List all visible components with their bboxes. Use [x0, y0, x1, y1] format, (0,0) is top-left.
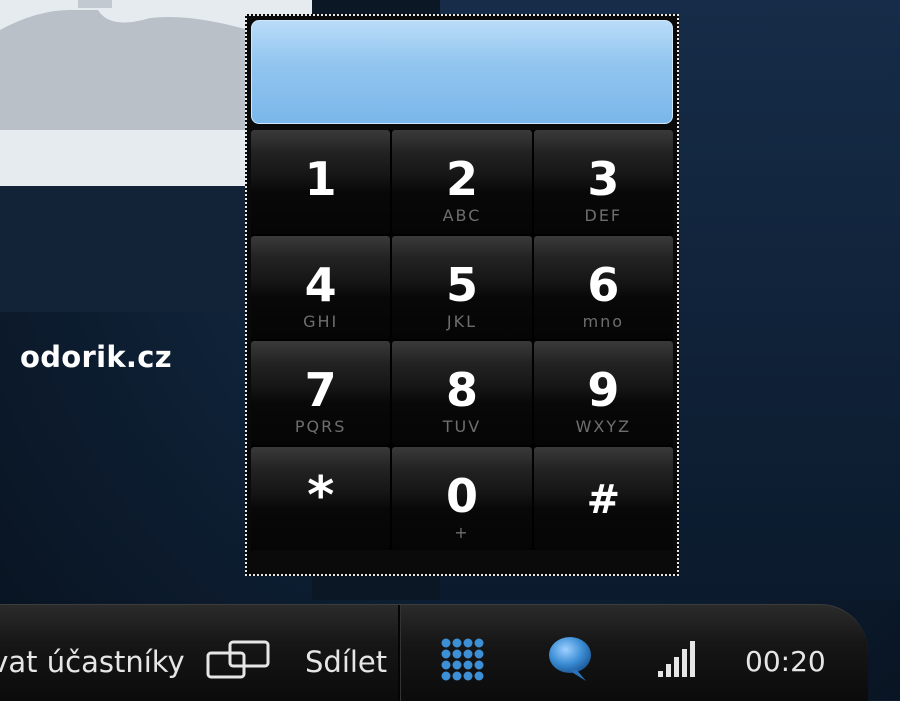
dial-key-9[interactable]: 9 WXYZ: [533, 341, 673, 445]
dialpad-keys: 1 2 ABC 3 DEF 4 GHI 5 JKL 6 mno 7 PQRS 8: [251, 130, 673, 550]
dial-key-5[interactable]: 5 JKL: [392, 235, 532, 339]
dial-key-4[interactable]: 4 GHI: [251, 235, 391, 339]
dial-key-3[interactable]: 3 DEF: [533, 130, 673, 234]
dial-key-letters: JKL: [446, 311, 478, 331]
dial-key-8[interactable]: 8 TUV: [392, 341, 532, 445]
share-button[interactable]: Sdílet: [305, 645, 387, 679]
dialpad-icon[interactable]: [438, 635, 486, 683]
dial-key-digit: 8: [445, 363, 478, 417]
dial-key-digit: 5: [445, 257, 478, 312]
dial-key-digit: 0: [445, 468, 478, 523]
dial-key-digit: 2: [445, 152, 478, 206]
dial-key-1[interactable]: 1: [251, 130, 391, 234]
dialpad-popup: 1 2 ABC 3 DEF 4 GHI 5 JKL 6 mno 7 PQRS 8: [245, 14, 679, 576]
dial-key-7[interactable]: 7 PQRS: [251, 341, 391, 445]
screen-share-icon[interactable]: [206, 639, 272, 681]
dial-key-letters: +: [454, 522, 470, 542]
dial-key-0[interactable]: 0 +: [392, 446, 532, 550]
dial-key-digit: 4: [304, 257, 337, 312]
dial-key-digit: 9: [587, 363, 620, 417]
dial-number-display[interactable]: [251, 20, 673, 124]
dial-key-letters: TUV: [442, 417, 482, 436]
dial-key-star[interactable]: *: [251, 446, 391, 550]
call-timer: 00:20: [745, 645, 826, 678]
dial-key-letters: PQRS: [294, 417, 347, 436]
dial-key-6[interactable]: 6 mno: [533, 235, 673, 339]
dial-key-digit: 7: [304, 363, 337, 417]
toolbar-divider: [398, 605, 401, 701]
dial-key-2[interactable]: 2 ABC: [392, 130, 532, 234]
dial-key-letters: WXYZ: [575, 417, 632, 436]
dial-key-letters: mno: [582, 311, 625, 331]
dial-key-letters: GHI: [303, 311, 339, 331]
dial-key-digit: 3: [587, 152, 620, 206]
chat-bubble-icon[interactable]: [546, 635, 594, 683]
dial-key-digit: *: [307, 465, 335, 526]
signal-strength-icon: [658, 641, 695, 677]
caller-name: odorik.cz: [20, 340, 172, 374]
dial-key-digit: 6: [587, 257, 620, 312]
call-toolbar: zvat účastníky Sdílet: [0, 604, 868, 701]
add-participants-button[interactable]: zvat účastníky: [0, 645, 185, 679]
dial-key-digit: #: [586, 476, 621, 523]
dial-key-letters: DEF: [584, 206, 623, 225]
dial-key-letters: ABC: [442, 206, 482, 225]
dial-key-hash[interactable]: #: [533, 446, 673, 550]
dial-key-digit: 1: [304, 152, 337, 206]
